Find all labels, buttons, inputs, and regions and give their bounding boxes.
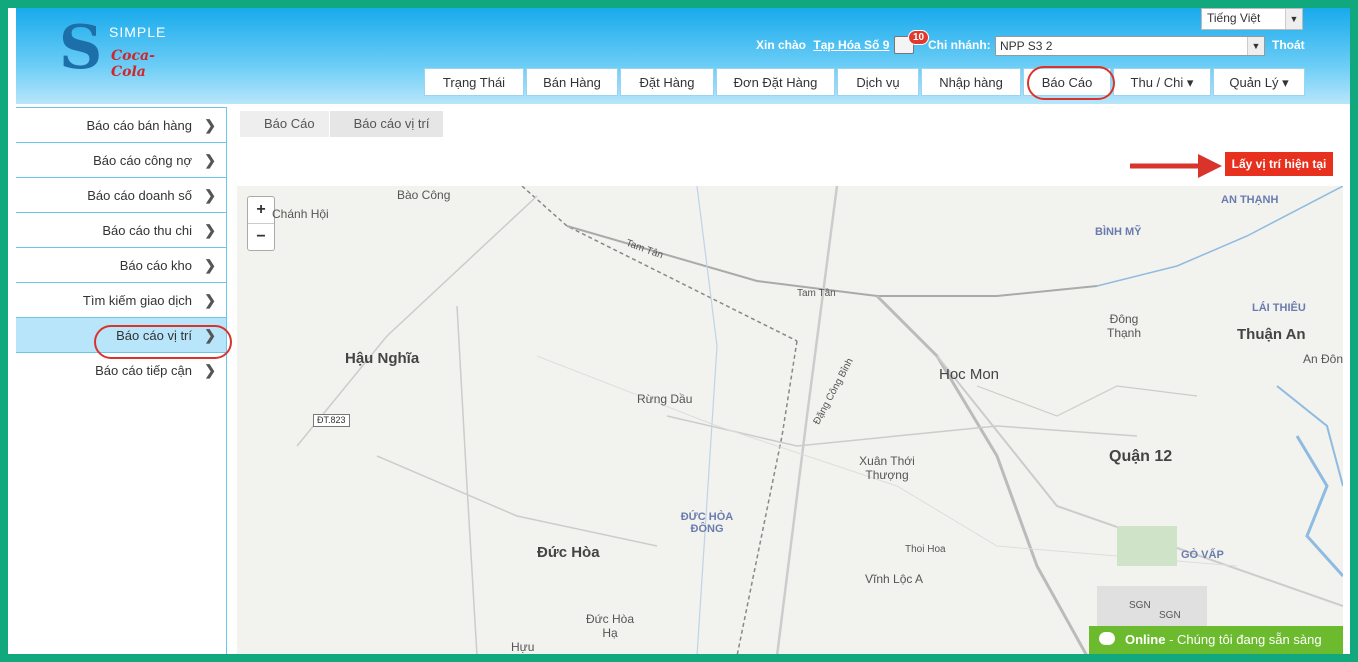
map-label: Quận 12 (1109, 448, 1173, 465)
greeting: Xin chào Tạp Hóa Số 9 (756, 38, 889, 52)
map-label: Vĩnh Lộc A (865, 572, 924, 586)
map-label: Đức Hòa (537, 544, 600, 561)
map-label: Thoi Hoa (905, 544, 946, 555)
map-label: Bào Công (397, 188, 451, 202)
sidebar-item-tim-kiem[interactable]: Tìm kiếm giao dịch ❯ (16, 282, 226, 317)
chat-widget[interactable]: Online - Chúng tôi đang sẵn sàng (1089, 626, 1343, 654)
chat-status: Online (1125, 632, 1166, 647)
map-label: ĐỨC HÒA ĐÔNG (680, 511, 734, 535)
sidebar-item-kho[interactable]: Báo cáo kho ❯ (16, 247, 226, 282)
logo-mark: S (59, 13, 103, 83)
chevron-right-icon: ❯ (204, 292, 216, 308)
chat-bubble-icon (1099, 632, 1115, 645)
map-label: Hựu (511, 640, 535, 654)
nav-don-dat-hang[interactable]: Đơn Đặt Hàng (716, 68, 835, 96)
map-label: Tam Tân (797, 288, 836, 299)
nav-nhap-hang[interactable]: Nhập hàng (921, 68, 1021, 96)
road-shield: ĐT.823 (313, 414, 350, 427)
sidebar-item-label: Báo cáo kho (119, 258, 192, 273)
map-label: Hậu Nghĩa (345, 350, 420, 367)
chevron-down-icon: ▼ (1285, 9, 1302, 29)
sidebar-item-label: Tìm kiếm giao dịch (82, 293, 192, 308)
map-label: Thuận An (1237, 326, 1306, 343)
map-roads (296, 186, 1343, 654)
highlight-ring (94, 325, 232, 359)
sidebar-item-label: Báo cáo công nợ (93, 153, 192, 168)
map-label: BÌNH MỸ (1095, 226, 1142, 238)
map[interactable]: + − Bào Công Chánh Hội Hậu Nghĩa Rừng Dầ… (237, 186, 1343, 654)
breadcrumb: Báo Cáo Báo cáo vị trí (240, 111, 444, 137)
nav-ban-hang[interactable]: Bán Hàng (526, 68, 618, 96)
app-frame: S SIMPLE Coca-Cola Tiếng Việt ▼ Xin chào… (8, 8, 1350, 654)
breadcrumb-item-vi-tri: Báo cáo vị trí (328, 111, 444, 137)
language-value: Tiếng Việt (1207, 11, 1261, 25)
arrow-icon (1130, 154, 1222, 178)
map-label: Chánh Hội (272, 207, 329, 221)
map-label: Hoc Mon (939, 366, 1000, 383)
zoom-in-button[interactable]: + (248, 197, 274, 224)
sidebar-item-label: Báo cáo doanh số (87, 188, 192, 203)
map-label: Đông Thạnh (1106, 312, 1142, 340)
user-link[interactable]: Tạp Hóa Số 9 (813, 38, 889, 52)
language-select[interactable]: Tiếng Việt ▼ (1201, 8, 1303, 30)
chevron-right-icon: ❯ (204, 222, 216, 238)
app-logo[interactable]: S SIMPLE Coca-Cola (51, 13, 165, 83)
chevron-down-icon: ▼ (1247, 37, 1264, 55)
main-nav: Trạng Thái Bán Hàng Đặt Hàng Đơn Đặt Hàn… (424, 68, 1307, 96)
logout-link[interactable]: Thoát (1272, 38, 1305, 52)
branch-label: Chi nhánh: (928, 38, 991, 52)
nav-dich-vu[interactable]: Dịch vụ (837, 68, 919, 96)
chevron-right-icon: ❯ (204, 187, 216, 203)
sidebar-item-label: Báo cáo tiếp cận (95, 363, 192, 378)
nav-dat-hang[interactable]: Đặt Hàng (620, 68, 714, 96)
sidebar-item-cong-no[interactable]: Báo cáo công nợ ❯ (16, 142, 226, 177)
sidebar-item-thu-chi[interactable]: Báo cáo thu chi ❯ (16, 212, 226, 247)
nav-thu-chi[interactable]: Thu / Chi ▾ (1113, 68, 1211, 96)
sidebar-item-label: Báo cáo thu chi (102, 223, 192, 238)
map-label: Đức Hòa Hạ (585, 612, 635, 640)
sidebar-item-ban-hang[interactable]: Báo cáo bán hàng ❯ (16, 107, 226, 142)
map-label: Xuân Thới Thượng (859, 454, 915, 482)
nav-trang-thai[interactable]: Trạng Thái (424, 68, 524, 96)
sidebar: Báo cáo bán hàng ❯ Báo cáo công nợ ❯ Báo c… (16, 107, 232, 654)
chevron-right-icon: ❯ (204, 257, 216, 273)
map-label: LÁI THIÊU (1252, 302, 1306, 314)
sidebar-item-doanh-so[interactable]: Báo cáo doanh số ❯ (16, 177, 226, 212)
header: S SIMPLE Coca-Cola Tiếng Việt ▼ Xin chào… (16, 8, 1350, 104)
chevron-right-icon: ❯ (204, 117, 216, 133)
greeting-text: Xin chào (756, 38, 807, 52)
map-label: SGN (1159, 610, 1181, 621)
breadcrumb-item-bao-cao[interactable]: Báo Cáo (240, 111, 329, 137)
map-label: SGN (1129, 600, 1151, 611)
map-label: GÒ VẤP (1181, 549, 1224, 561)
map-label: Rừng Dầu (637, 392, 693, 406)
map-label: AN THẠNH (1221, 194, 1279, 206)
nav-quan-ly[interactable]: Quản Lý ▾ (1213, 68, 1305, 96)
logo-text: SIMPLE (109, 24, 167, 40)
map-zoom-control: + − (247, 196, 275, 251)
zoom-out-button[interactable]: − (248, 224, 274, 250)
branch-value: NPP S3 2 (1000, 39, 1053, 53)
chevron-right-icon: ❯ (204, 152, 216, 168)
notification-button[interactable]: 10 (894, 30, 930, 54)
get-location-button[interactable]: Lấy vị trí hiện tại (1225, 152, 1333, 176)
logo-brand: Coca-Cola (111, 48, 155, 80)
sidebar-item-label: Báo cáo bán hàng (86, 118, 192, 133)
chat-message: - Chúng tôi đang sẵn sàng (1165, 632, 1322, 647)
notification-badge: 10 (908, 30, 930, 45)
highlight-ring (1027, 66, 1115, 100)
branch-select[interactable]: NPP S3 2 ▼ (995, 36, 1265, 56)
map-label: An Đôn (1303, 352, 1343, 366)
